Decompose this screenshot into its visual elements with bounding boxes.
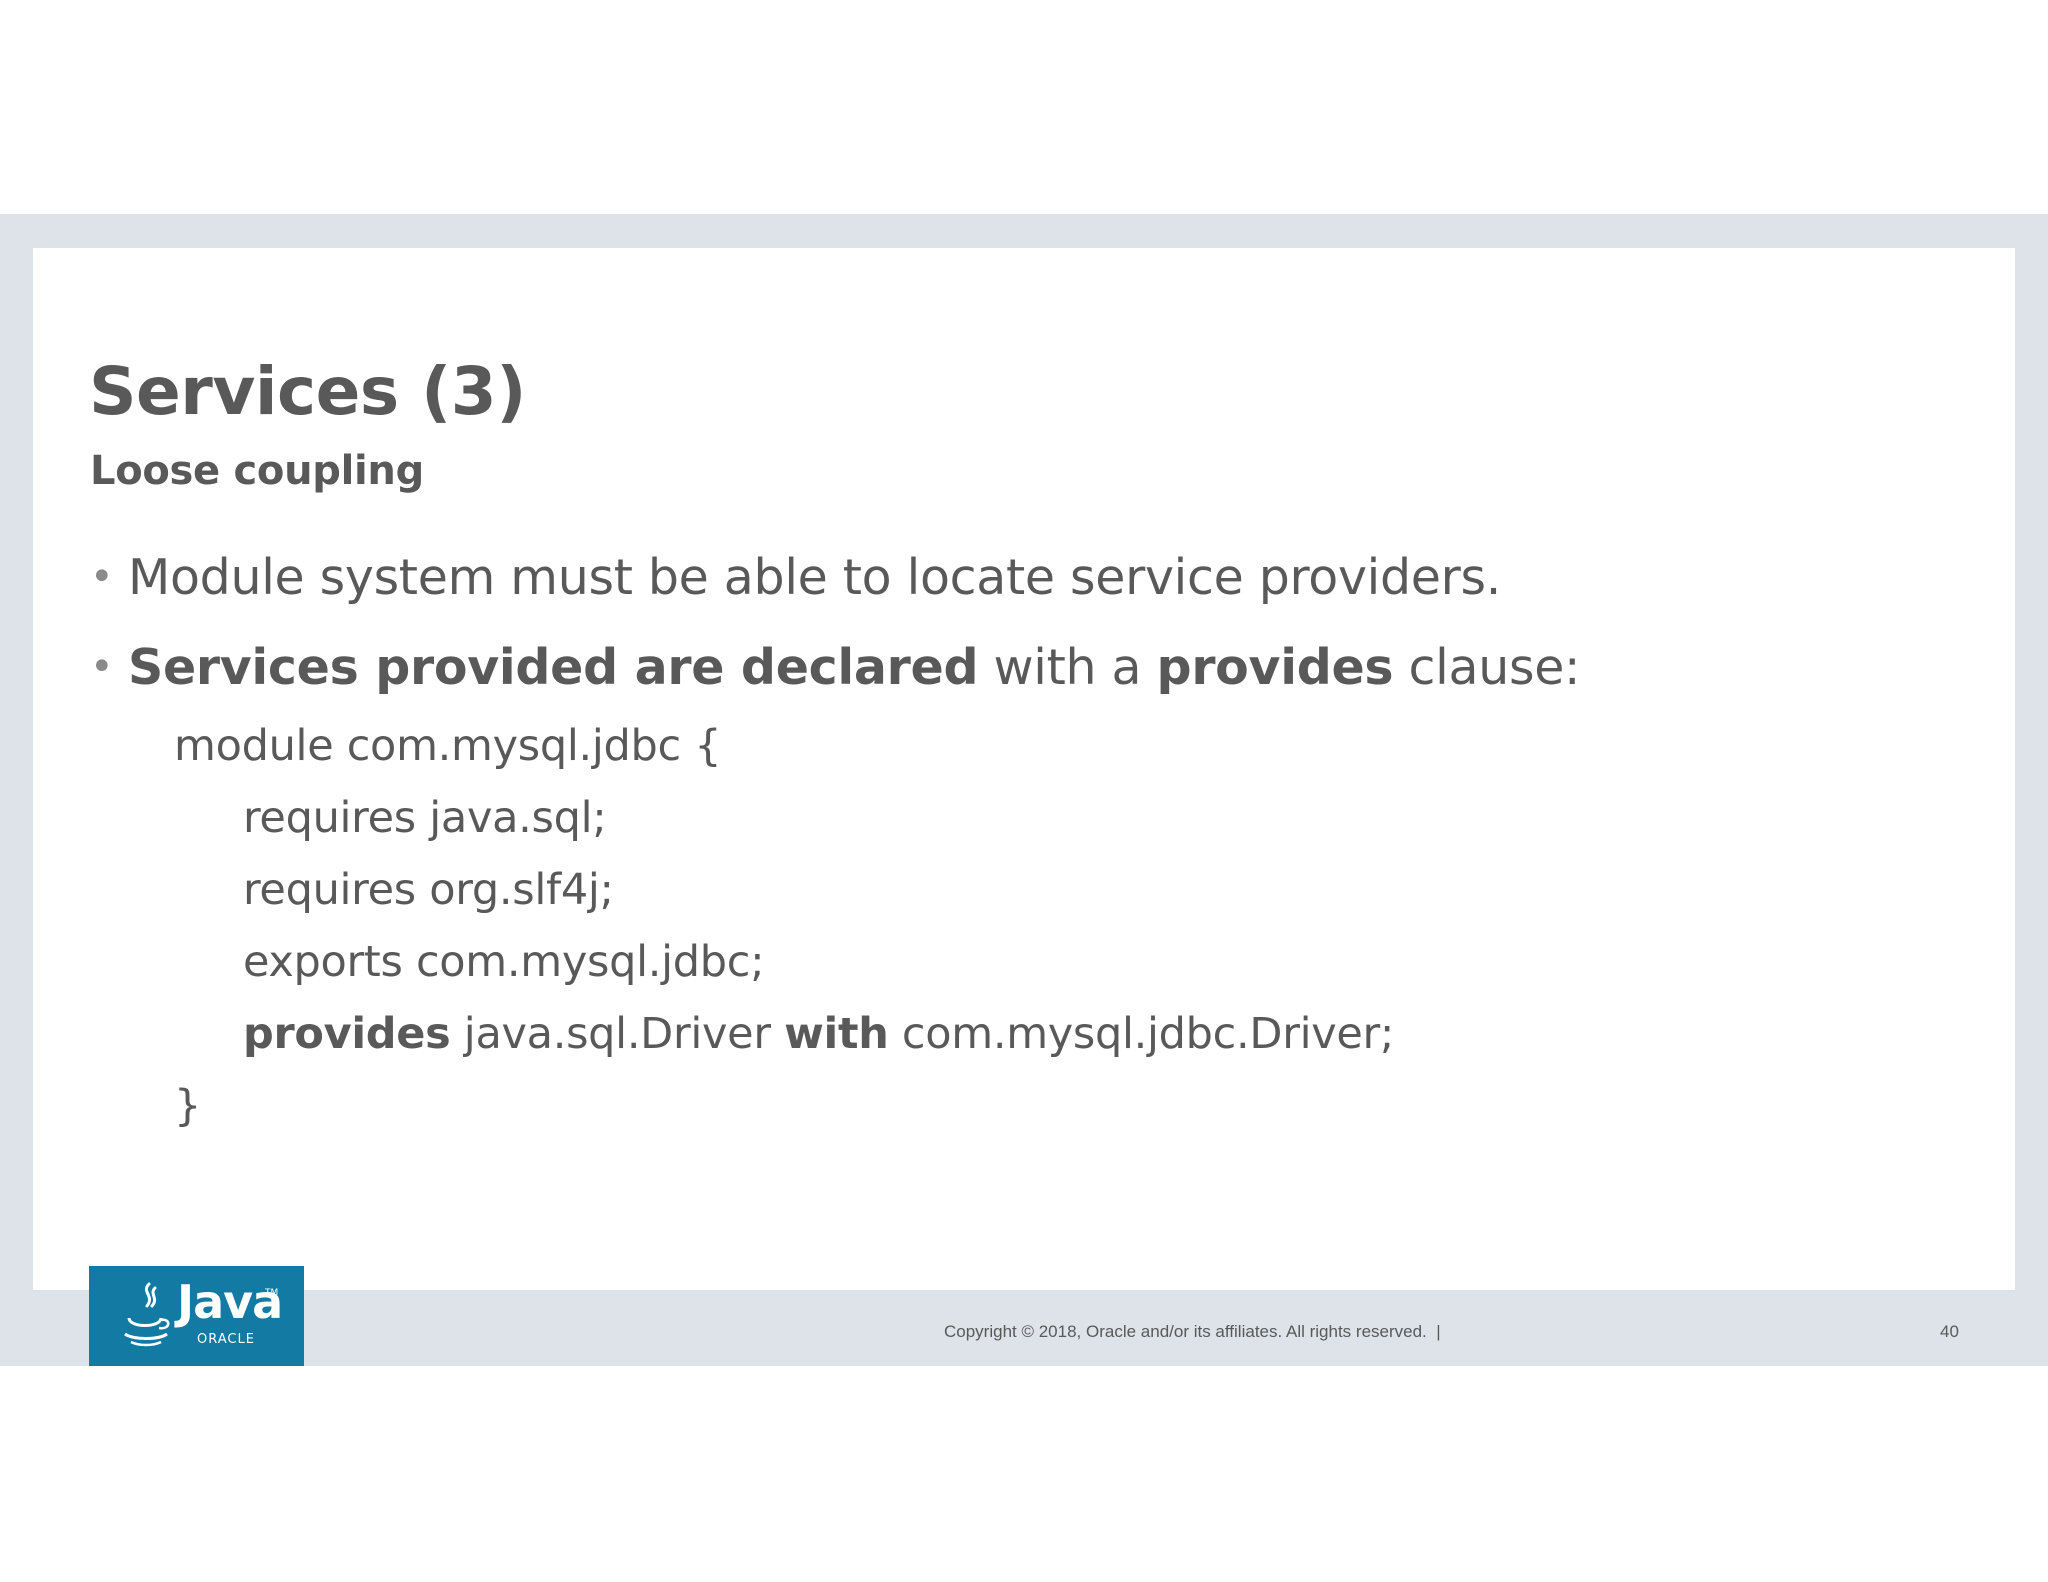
logo-wordmark: Java	[177, 1275, 283, 1329]
slide-subtitle: Loose coupling	[90, 448, 424, 494]
bullet-bold-text: Services provided are declared	[128, 639, 979, 696]
code-line: }	[174, 1081, 202, 1131]
bullet-dot-icon: •	[90, 554, 114, 600]
copyright-notice: Copyright © 2018, Oracle and/or its affi…	[944, 1322, 1441, 1341]
page-number: 40	[1940, 1322, 1959, 1341]
bullet-dot-icon: •	[90, 644, 114, 690]
bullet-bold-keyword: provides	[1156, 639, 1394, 696]
code-text: com.mysql.jdbc.Driver;	[888, 1009, 1395, 1059]
bullet-item: • Module system must be able to locate se…	[90, 547, 1501, 608]
slide-stage: Services (3) Loose coupling • Module syst…	[0, 0, 2048, 1582]
bullet-item: • Services provided are declared with a p…	[90, 637, 1581, 698]
slide-title: Services (3)	[89, 353, 526, 430]
bullet-text: Module system must be able to locate ser…	[128, 549, 1501, 606]
code-text: java.sql.Driver	[450, 1009, 785, 1059]
code-keyword: with	[784, 1009, 889, 1059]
bullet-text: clause:	[1393, 639, 1581, 696]
code-keyword: provides	[243, 1009, 451, 1059]
code-line: requires java.sql;	[243, 793, 607, 843]
code-line: provides java.sql.Driver with com.mysql.…	[243, 1008, 1394, 1060]
code-line: module com.mysql.jdbc {	[174, 721, 722, 771]
logo-oracle-text: ORACLE	[197, 1332, 255, 1347]
code-line: requires org.slf4j;	[243, 865, 614, 915]
java-oracle-logo: Java TM ORACLE	[89, 1266, 304, 1366]
logo-trademark: TM	[265, 1288, 279, 1298]
bullet-text: with a	[978, 639, 1157, 696]
code-line: exports com.mysql.jdbc;	[243, 937, 765, 987]
java-cup-icon	[124, 1282, 170, 1347]
